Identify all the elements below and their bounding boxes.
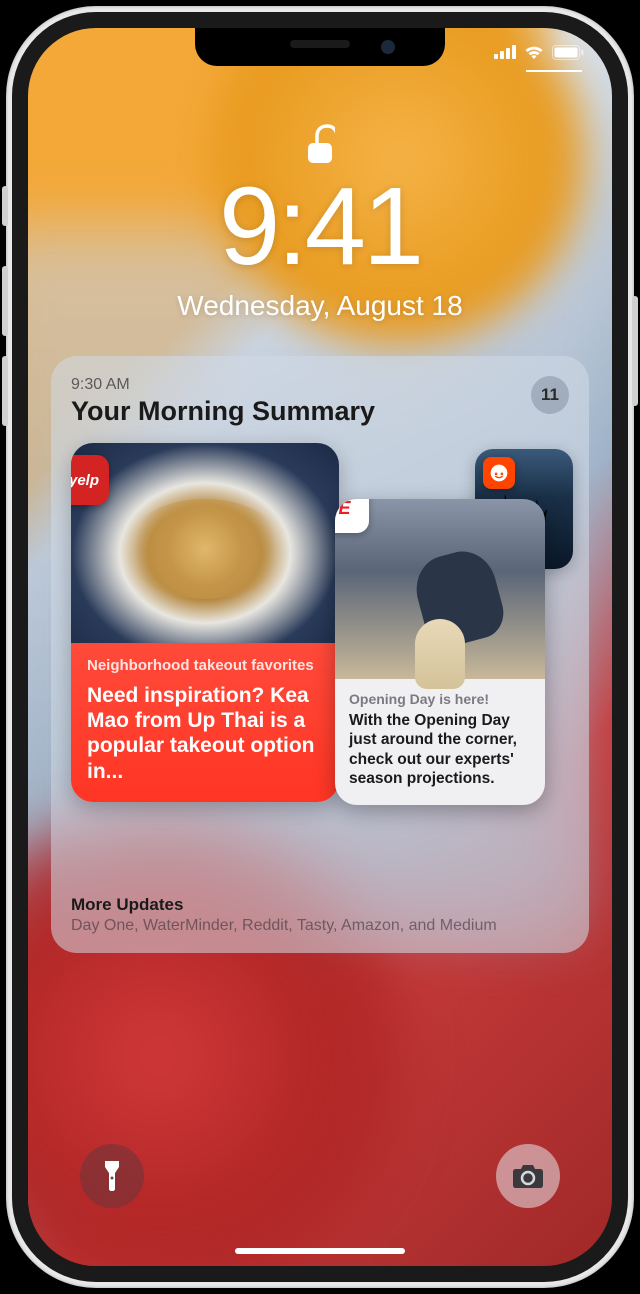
yelp-app-icon: yelp — [71, 455, 109, 505]
espn-card-subtitle: Opening Day is here! — [349, 691, 531, 707]
notch — [195, 28, 445, 66]
more-updates-label: More Updates — [71, 895, 569, 915]
notification-summary-card[interactable]: 9:30 AM Your Morning Summary 11 — [51, 356, 589, 953]
volume-down-button[interactable] — [2, 356, 8, 426]
flashlight-button[interactable] — [80, 1144, 144, 1208]
espn-card-headline: With the Opening Day just around the cor… — [349, 711, 531, 789]
unlock-icon — [305, 124, 335, 166]
lock-screen[interactable]: 9:41 Wednesday, August 18 9:30 AM Your M… — [28, 28, 612, 1266]
battery-icon — [552, 45, 584, 60]
control-center-hint — [526, 70, 582, 72]
summary-card-espn[interactable]: E Opening Day is here! With the Opening … — [335, 499, 545, 805]
status-bar — [494, 44, 584, 60]
clock-time: 9:41 — [219, 172, 421, 282]
cellular-icon — [494, 45, 516, 59]
yelp-card-headline: Need inspiration? Kea Mao from Up Thai i… — [87, 683, 323, 784]
wifi-icon — [523, 44, 545, 60]
summary-timestamp: 9:30 AM — [71, 376, 531, 394]
camera-icon — [512, 1163, 544, 1189]
camera-button[interactable] — [496, 1144, 560, 1208]
volume-up-button[interactable] — [2, 266, 8, 336]
yelp-card-subtitle: Neighborhood takeout favorites — [87, 657, 323, 675]
more-updates-apps: Day One, WaterMinder, Reddit, Tasty, Ama… — [71, 917, 569, 935]
power-button[interactable] — [632, 296, 638, 406]
phone-frame: 9:41 Wednesday, August 18 9:30 AM Your M… — [6, 6, 634, 1288]
summary-title: Your Morning Summary — [71, 396, 531, 427]
yelp-card-image: yelp — [71, 443, 339, 643]
clock-date: Wednesday, August 18 — [177, 290, 462, 322]
home-indicator[interactable] — [235, 1248, 405, 1254]
summary-count-badge: 11 — [531, 376, 569, 414]
summary-card-yelp[interactable]: yelp Neighborhood takeout favorites Need… — [71, 443, 339, 802]
flashlight-icon — [103, 1159, 121, 1193]
espn-card-image: E — [335, 499, 545, 679]
espn-app-icon: E — [335, 499, 369, 533]
silence-switch[interactable] — [2, 186, 8, 226]
reddit-app-icon — [483, 457, 515, 489]
